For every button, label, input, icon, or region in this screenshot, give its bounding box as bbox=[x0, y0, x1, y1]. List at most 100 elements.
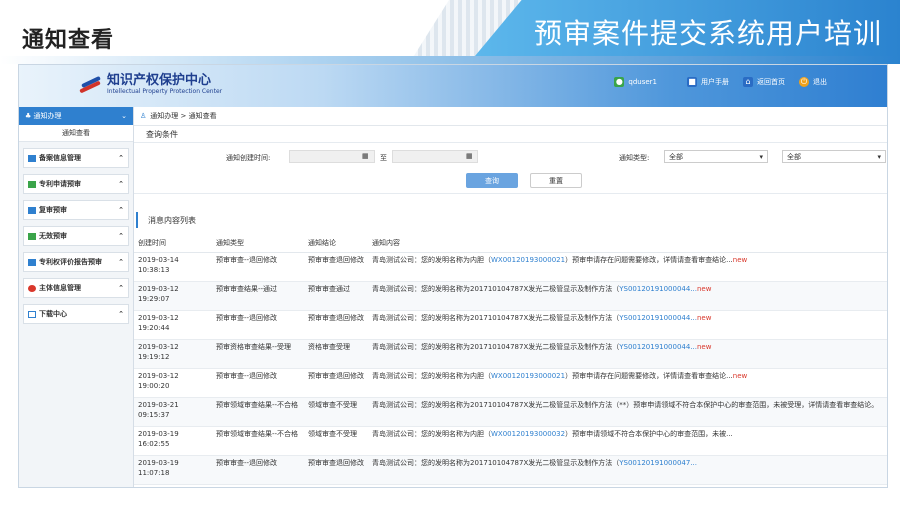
notice-type-label: 通知类型: bbox=[619, 154, 650, 162]
sidebar-item-download[interactable]: 下载中心 ⌃ bbox=[23, 304, 129, 324]
table-row[interactable]: 2019-03-21 09:15:37 预审领域审查结果--不合格 领域审查不受理青… bbox=[134, 397, 887, 427]
table-row[interactable]: 2019-03-12 19:29:07 预审审查结果--通过 预审审查通过 青岛测试公… bbox=[134, 281, 887, 311]
download-icon bbox=[28, 310, 36, 318]
notice-content-cell[interactable]: 青岛测试公司：您的发明名称为内胆（WX00120193000021）预审申请存在… bbox=[368, 252, 887, 282]
table-row[interactable]: 2019-03-12 19:19:12 预审资格审查结果--受理 资格审查受理 青岛测… bbox=[134, 339, 887, 369]
logout-link[interactable]: ⏻ 退出 bbox=[799, 77, 827, 87]
sidebar-item-evaluation[interactable]: 专利权评价报告预审 ⌃ bbox=[23, 252, 129, 272]
breadcrumb: ♙ 通知办理 > 通知查看 bbox=[134, 107, 887, 126]
notice-type-cell: 预审审查--退回修改 bbox=[212, 252, 304, 282]
case-code-link[interactable]: YS00120191000047... bbox=[619, 459, 697, 467]
document-icon bbox=[28, 180, 36, 188]
notice-result-cell: 预审审查退回修改 bbox=[304, 310, 368, 340]
document-icon bbox=[28, 232, 36, 240]
sidebar-item-invalid[interactable]: 无效预审 ⌃ bbox=[23, 226, 129, 246]
logo-text: 知识产权保护中心 bbox=[107, 72, 212, 88]
notice-result-cell: 资格审查受理 bbox=[304, 339, 368, 369]
case-code-link[interactable]: WX00120193000021 bbox=[491, 256, 565, 264]
dropdown-arrow-icon: ▾ bbox=[877, 152, 881, 161]
created-time-label: 通知创建时间: bbox=[226, 154, 271, 162]
username: qduser1 bbox=[628, 78, 657, 86]
person-icon bbox=[28, 284, 36, 292]
created-time-cell: 2019-03-19 11:07:18 bbox=[134, 455, 212, 485]
user-icon: ● bbox=[614, 77, 625, 87]
table-row[interactable]: 2019-03-19 16:02:55 预审领域审查结果--不合格 领域审查不受理青… bbox=[134, 426, 887, 456]
table-row[interactable]: 2019-03-12 19:00:20 预审审查--退回修改 预审审查退回修改 青岛测… bbox=[134, 368, 887, 398]
home-link[interactable]: ⌂ 返回首页 bbox=[743, 77, 785, 87]
notice-result-cell: 领域审查不受理 bbox=[304, 426, 368, 456]
sidebar-item-entity[interactable]: 主体信息管理 ⌃ bbox=[23, 278, 129, 298]
notice-content-cell[interactable]: 青岛测试公司：您的发明名称为201710104787X发光二极管显示及制作方法（… bbox=[368, 455, 887, 485]
manual-link[interactable]: ■ 用户手册 bbox=[687, 77, 729, 87]
reset-button[interactable]: 重置 bbox=[530, 173, 582, 188]
sidebar: ♣ 通知办理 ⌄ 通知查看 备案信息管理 ⌃ 专利申请预审 ⌃ 复审预审 ⌃ 无… bbox=[19, 107, 134, 487]
table-row[interactable]: 2019-03-14 10:38:13 预审审查--退回修改 预审审查退回修改 青岛测… bbox=[134, 252, 887, 282]
created-time-cell: 2019-03-12 19:20:44 bbox=[134, 310, 212, 340]
notice-content-cell[interactable]: 青岛测试公司：您的发明名称为201710104787X发光二极管显示及制作方法（… bbox=[368, 281, 887, 311]
sidebar-item-reexam[interactable]: 复审预审 ⌃ bbox=[23, 200, 129, 220]
power-icon: ⏻ bbox=[799, 77, 809, 87]
new-badge: new bbox=[732, 256, 748, 264]
calendar-icon[interactable]: ▦ bbox=[362, 152, 369, 160]
sidebar-item-filing[interactable]: 备案信息管理 ⌃ bbox=[23, 148, 129, 168]
slide-header: 通知查看 预审案件提交系统用户培训 bbox=[0, 0, 900, 62]
notice-content-cell[interactable]: 青岛测试公司：您的发明名称为201710104787X发光二极管显示及制作方法（… bbox=[368, 339, 887, 369]
table-header: 创建时间 通知类型 通知结论 通知内容 bbox=[134, 234, 887, 253]
logo-subtext: Intellectual Property Protection Center bbox=[107, 87, 223, 95]
chevron-up-icon: ⌃ bbox=[118, 206, 124, 214]
created-time-cell: 2019-03-12 19:29:07 bbox=[134, 281, 212, 311]
bell-icon: ♣ bbox=[25, 112, 32, 120]
to-label: 至 bbox=[380, 154, 387, 162]
dropdown-arrow-icon: ▾ bbox=[759, 152, 763, 161]
chevron-up-icon: ⌃ bbox=[118, 284, 124, 292]
search-button[interactable]: 查询 bbox=[466, 173, 518, 188]
column-header: 通知内容 bbox=[368, 234, 887, 253]
table-row[interactable]: 2019-03-12 19:20:44 预审审查--退回修改 预审审查退回修改 青岛测… bbox=[134, 310, 887, 340]
notice-type-cell: 预审资格审查结果--受理 bbox=[212, 339, 304, 369]
new-badge: new bbox=[697, 343, 712, 351]
calendar-icon[interactable]: ▦ bbox=[466, 152, 473, 160]
notice-content-cell[interactable]: 青岛测试公司：您的发明名称为内胆（WX00120193000032）预审申请领域… bbox=[368, 426, 887, 456]
person-icon: ♙ bbox=[140, 112, 147, 120]
sidebar-subitem-view[interactable]: 通知查看 bbox=[19, 125, 133, 142]
case-code-link[interactable]: YS00120191000044... bbox=[619, 343, 697, 351]
list-title: 消息内容列表 bbox=[136, 212, 887, 228]
column-header: 创建时间 bbox=[134, 234, 212, 253]
header-actions: ● qduser1 ■ 用户手册 ⌂ 返回首页 ⏻ 退出 bbox=[600, 77, 827, 87]
app-window: 知识产权保护中心 Intellectual Property Protectio… bbox=[18, 64, 888, 488]
sidebar-item-notices[interactable]: ♣ 通知办理 ⌄ bbox=[19, 107, 133, 125]
chevron-up-icon: ⌃ bbox=[118, 258, 124, 266]
notice-content-cell[interactable]: 青岛测试公司：您的发明名称为201710104787X发光二极管显示及制作方法（… bbox=[368, 397, 887, 427]
table-row[interactable]: 2019-03-19 11:07:18 预审审查--退回修改 预审审查退回修改 青岛测… bbox=[134, 455, 887, 485]
case-code-link[interactable]: YS00120191000044... bbox=[619, 285, 697, 293]
book-icon: ■ bbox=[687, 77, 697, 87]
new-badge: new bbox=[697, 314, 712, 322]
notice-content-cell[interactable]: 青岛测试公司：您的发明名称为201710104787X发光二极管显示及制作方法（… bbox=[368, 310, 887, 340]
folder-icon bbox=[28, 258, 36, 266]
notice-table: 创建时间 通知类型 通知结论 通知内容 2019-03-14 10:38:13 预… bbox=[134, 234, 887, 485]
notice-result-cell: 预审审查退回修改 bbox=[304, 368, 368, 398]
sidebar-item-patent-apply[interactable]: 专利申请预审 ⌃ bbox=[23, 174, 129, 194]
case-code-link[interactable]: YS00120191000044... bbox=[619, 314, 697, 322]
slide-banner: 预审案件提交系统用户培训 bbox=[470, 0, 900, 62]
created-time-cell: 2019-03-12 19:19:12 bbox=[134, 339, 212, 369]
notice-type-cell: 预审领域审查结果--不合格 bbox=[212, 397, 304, 427]
new-badge: new bbox=[732, 372, 748, 380]
user-menu[interactable]: ● qduser1 bbox=[614, 77, 657, 87]
notice-result-cell: 领域审查不受理 bbox=[304, 397, 368, 427]
column-header: 通知类型 bbox=[212, 234, 304, 253]
created-time-cell: 2019-03-19 16:02:55 bbox=[134, 426, 212, 456]
notice-subtype-select[interactable]: 全部 ▾ bbox=[782, 150, 886, 163]
notice-type-select[interactable]: 全部 ▾ bbox=[664, 150, 768, 163]
created-time-cell: 2019-03-14 10:38:13 bbox=[134, 252, 212, 282]
column-header: 通知结论 bbox=[304, 234, 368, 253]
folder-icon bbox=[28, 206, 36, 214]
query-section-title: 查询条件 bbox=[134, 126, 887, 143]
case-code-link[interactable]: WX00120193000032 bbox=[491, 430, 565, 438]
chevron-up-icon: ⌃ bbox=[118, 180, 124, 188]
logo: 知识产权保护中心 Intellectual Property Protectio… bbox=[77, 73, 222, 95]
banner-text: 预审案件提交系统用户培训 bbox=[533, 17, 882, 50]
notice-result-cell: 预审审查退回修改 bbox=[304, 252, 368, 282]
notice-content-cell[interactable]: 青岛测试公司：您的发明名称为内胆（WX00120193000021）预审申请存在… bbox=[368, 368, 887, 398]
case-code-link[interactable]: WX00120193000021 bbox=[491, 372, 565, 380]
